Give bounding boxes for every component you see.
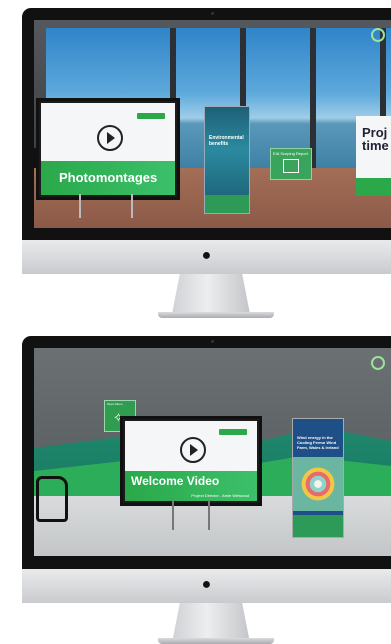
imac-2-bezel: Open Menu ✧ Welcome Video Project Direct… xyxy=(22,336,391,569)
tv-subtitle: Project Director - Amie Wetwood xyxy=(191,493,249,498)
play-icon[interactable] xyxy=(97,125,123,151)
screen-content: Photomontages xyxy=(41,103,175,195)
camera-dot xyxy=(211,12,214,15)
project-text: Proj time xyxy=(362,125,389,153)
screen-1: Photomontages Environmental benefits EIA… xyxy=(34,20,391,228)
banner-footer xyxy=(205,195,249,213)
environment-banner[interactable]: Environmental benefits xyxy=(204,106,250,214)
project-green-band xyxy=(356,178,391,196)
banner-title: Environmental benefits xyxy=(209,135,244,147)
tv-title: Welcome Video xyxy=(131,474,220,488)
corner-logo-icon xyxy=(371,28,385,42)
wind-energy-banner[interactable]: Wind energy in the Cooling Fermo Wind Fa… xyxy=(292,418,344,538)
green-band: Photomontages xyxy=(41,161,175,195)
book-icon xyxy=(283,159,299,173)
imac-chin: ● xyxy=(22,569,391,603)
play-icon[interactable] xyxy=(180,437,206,463)
sign-label: Open Menu xyxy=(107,402,123,406)
corner-logo-icon xyxy=(371,356,385,370)
tv-title: Photomontages xyxy=(59,170,158,185)
camera-dot xyxy=(211,340,214,343)
apple-logo-icon: ● xyxy=(201,247,212,264)
screen-content: Welcome Video Project Director - Amie We… xyxy=(125,421,257,501)
tv-stand xyxy=(79,194,133,218)
imac-stand xyxy=(172,274,250,314)
banner-footer xyxy=(293,515,343,537)
banner-title: Wind energy in the Cooling Fermo Wind Fa… xyxy=(297,435,339,450)
chair xyxy=(36,476,68,522)
imac-stand xyxy=(172,603,250,643)
photomontages-screen[interactable]: Photomontages xyxy=(36,98,180,200)
screen-2: Open Menu ✧ Welcome Video Project Direct… xyxy=(34,348,391,556)
eia-report-sign[interactable]: EIA Scoping Report xyxy=(270,148,312,180)
imac-chin: ● xyxy=(22,240,391,274)
welcome-video-screen[interactable]: Welcome Video Project Director - Amie We… xyxy=(120,416,262,506)
project-timeline-screen[interactable]: Proj time xyxy=(356,116,391,196)
green-band: Welcome Video Project Director - Amie We… xyxy=(125,471,257,501)
tv-stand xyxy=(172,500,210,530)
pinwheel-image xyxy=(293,457,343,511)
apple-logo-icon: ● xyxy=(201,576,212,593)
imac-foot xyxy=(158,638,274,644)
imac-1-bezel: Photomontages Environmental benefits EIA… xyxy=(22,8,391,240)
report-label: EIA Scoping Report xyxy=(273,151,308,156)
imac-foot xyxy=(158,312,274,318)
brand-logo-icon xyxy=(219,429,247,435)
brand-logo-icon xyxy=(137,113,165,119)
